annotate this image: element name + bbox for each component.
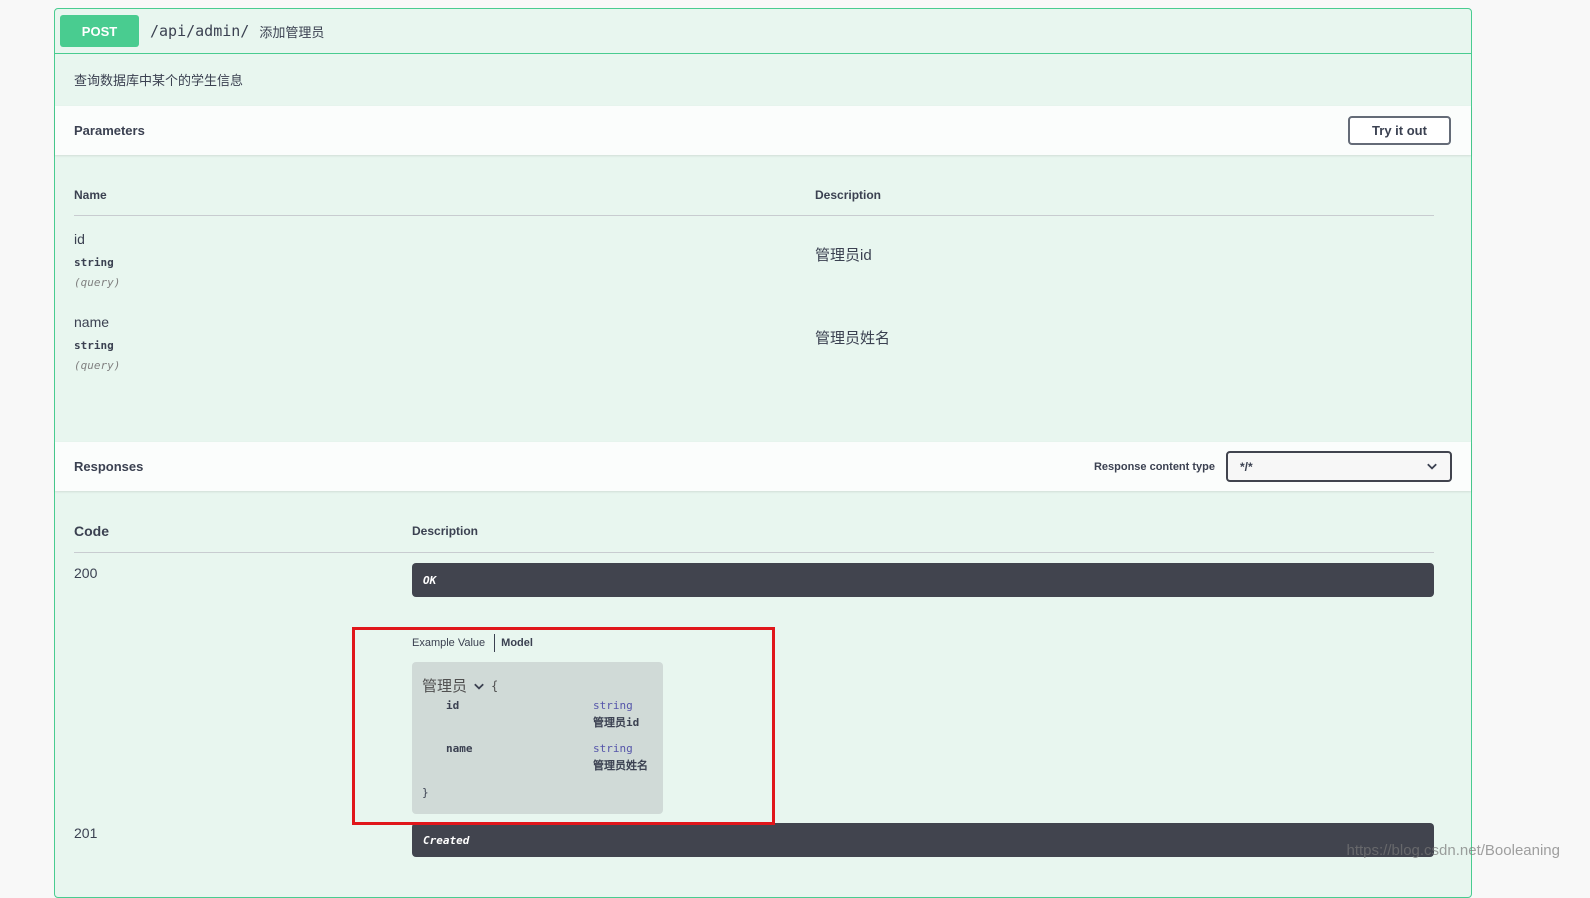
opblock-post: POST /api/admin/ 添加管理员 查询数据库中某个的学生信息 Par… [54,8,1472,898]
param-col-description: Description [815,188,882,202]
responses-header: Responses Response content type */* [55,442,1471,491]
tab-example-value[interactable]: Example Value [412,637,485,649]
model-close-brace: } [422,786,429,799]
endpoint-path: /api/admin/ [150,22,250,40]
chevron-down-icon[interactable] [473,680,485,692]
model-prop-description: 管理员姓名 [593,759,648,772]
endpoint-description: 查询数据库中某个的学生信息 [74,73,244,88]
method-badge: POST [60,15,139,47]
response-code-201: 201 [74,825,98,841]
endpoint-summary: 添加管理员 [259,24,325,40]
resp-col-code: Code [74,523,109,539]
tab-model[interactable]: Model [501,637,533,649]
param-type: string [74,256,114,269]
model-prop-name: name [446,742,473,755]
chevron-down-icon [1427,463,1437,470]
resp-header-rule [74,552,1434,553]
responses-title: Responses [74,459,144,474]
parameters-title: Parameters [74,123,145,138]
response-content-type-label: Response content type [1093,460,1215,473]
param-name-name: name [74,314,110,330]
response-content-type-select[interactable]: */* [1226,451,1452,482]
model-prop-name: id [446,699,460,712]
model-tabs: Example Value Model [412,634,533,652]
tab-separator [494,634,496,652]
response-code-200: 200 [74,565,98,581]
model-prop-type: string [593,699,633,712]
resp-col-description: Description [412,524,479,538]
watermark: https://blog.csdn.net/Booleaning [1346,842,1561,859]
parameters-header: Parameters Try it out [55,106,1471,155]
model-name: 管理员 [422,678,468,695]
param-description-id: 管理员id [815,247,872,264]
opblock-summary[interactable]: POST /api/admin/ 添加管理员 [55,9,1471,54]
param-location: (query) [74,359,121,372]
model-title[interactable]: 管理员 { [422,675,498,696]
param-name-id: id [74,231,85,247]
param-col-name: Name [74,188,107,202]
param-header-rule [74,215,1434,216]
model-open-brace: { [491,678,499,693]
response-description-201: Created [412,823,1434,857]
model-prop-description: 管理员id [593,716,640,729]
param-type: string [74,339,114,352]
try-it-out-button[interactable]: Try it out [1348,116,1451,145]
model-prop-type: string [593,742,633,755]
param-location: (query) [74,276,121,289]
response-description-200: OK [412,563,1434,597]
response-content-type-value: */* [1240,459,1253,474]
model-box: 管理员 { id string 管理员id name string 管理员姓名 … [412,662,663,814]
param-description-name: 管理员姓名 [815,330,891,347]
